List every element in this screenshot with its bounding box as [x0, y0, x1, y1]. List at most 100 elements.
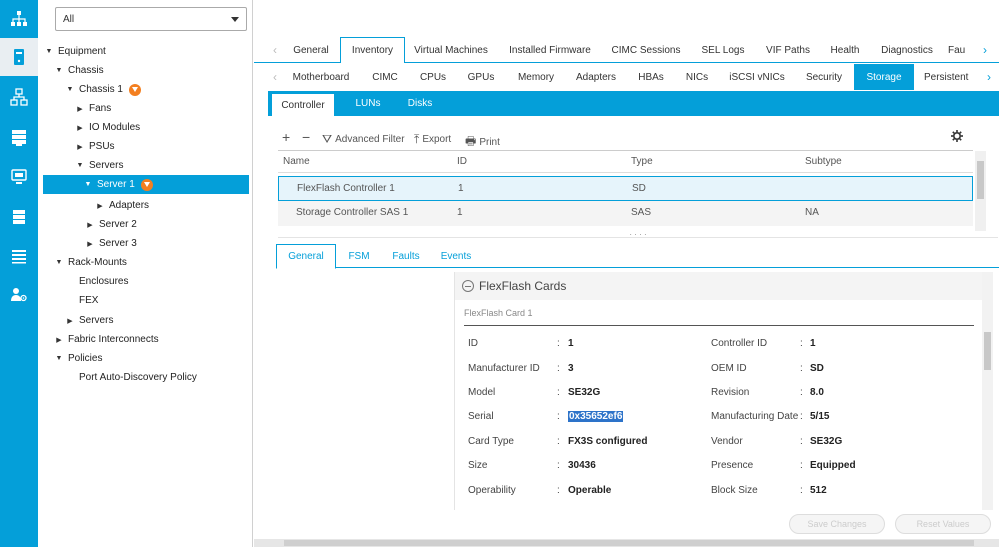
expand-toggle-icon[interactable]: ▶: [54, 336, 64, 344]
rail-item-equipment[interactable]: [0, 38, 38, 76]
tree-node-io-modules[interactable]: ▶ IO Modules: [75, 118, 140, 137]
expand-toggle-icon[interactable]: ▼: [54, 355, 64, 362]
flexflash-section-header[interactable]: FlexFlash Cards: [455, 272, 982, 300]
column-header-type[interactable]: Type: [631, 156, 653, 167]
serial-value-selected[interactable]: 0x35652ef6: [568, 411, 624, 422]
tab-detail-general[interactable]: General: [276, 244, 336, 269]
expand-toggle-icon[interactable]: ▼: [65, 86, 75, 93]
tree-node-chassis-1[interactable]: ▼ Chassis 1: [65, 80, 141, 99]
settings-button[interactable]: [951, 130, 963, 142]
expand-toggle-icon[interactable]: ▼: [44, 48, 54, 55]
column-header-id[interactable]: ID: [457, 156, 467, 167]
rail-item-storage[interactable]: [0, 118, 38, 156]
expand-toggle-icon[interactable]: ▶: [85, 221, 95, 229]
expand-toggle-icon[interactable]: ▼: [54, 67, 64, 74]
expand-toggle-icon[interactable]: ▼: [83, 181, 93, 188]
save-changes-button[interactable]: Save Changes: [789, 514, 885, 534]
column-header-subtype[interactable]: Subtype: [805, 156, 842, 167]
tabs-scroll-right-icon[interactable]: ›: [982, 64, 996, 90]
tab-faults-truncated[interactable]: Fau: [948, 37, 972, 63]
tree-node-fabric-interconnects[interactable]: ▶ Fabric Interconnects: [54, 330, 158, 349]
tree-node-rack-mounts[interactable]: ▼ Rack-Mounts: [54, 253, 127, 272]
tab-health[interactable]: Health: [820, 37, 870, 63]
tab-adapters[interactable]: Adapters: [568, 64, 624, 90]
tree-node-server-3[interactable]: ▶ Server 3: [85, 234, 137, 253]
tab-storage[interactable]: Storage: [854, 64, 914, 90]
tree-node-fans[interactable]: ▶ Fans: [75, 99, 111, 118]
tree-node-chassis[interactable]: ▼ Chassis: [54, 61, 104, 80]
scrollbar-thumb[interactable]: [984, 332, 991, 370]
horizontal-scrollbar[interactable]: [254, 539, 999, 547]
rail-item-user[interactable]: [0, 276, 38, 314]
expand-toggle-icon[interactable]: ▶: [65, 317, 75, 325]
tree-node-equipment[interactable]: ▼ Equipment: [44, 42, 106, 61]
scrollbar-thumb[interactable]: [284, 540, 974, 546]
panel-splitter[interactable]: · · · ·: [278, 231, 998, 239]
tab-diagnostics[interactable]: Diagnostics: [872, 37, 942, 63]
tree-node-server-2[interactable]: ▶ Server 2: [85, 215, 137, 234]
reset-values-button[interactable]: Reset Values: [895, 514, 991, 534]
tree-node-adapters[interactable]: ▶ Adapters: [95, 196, 149, 215]
expand-toggle-icon[interactable]: ▶: [85, 240, 95, 248]
details-scrollbar[interactable]: [982, 272, 993, 510]
tab-gpus[interactable]: GPUs: [458, 64, 504, 90]
column-header-name[interactable]: Name: [283, 156, 310, 167]
tree-node-fex[interactable]: FEX: [65, 291, 98, 310]
add-button[interactable]: +: [282, 129, 290, 145]
export-button[interactable]: ⤒ Export: [414, 132, 451, 147]
expand-toggle-icon[interactable]: ▶: [75, 105, 85, 113]
tree-node-servers[interactable]: ▼ Servers: [75, 156, 124, 175]
tab-general[interactable]: General: [283, 37, 339, 63]
tab-cimc-sessions[interactable]: CIMC Sessions: [604, 37, 688, 63]
rail-item-chassis[interactable]: [0, 198, 38, 236]
tab-cimc[interactable]: CIMC: [362, 64, 408, 90]
rail-item-lan[interactable]: [0, 78, 38, 116]
vm-monitor-icon: [11, 169, 27, 184]
filter-select[interactable]: All: [55, 7, 247, 31]
scrollbar-thumb[interactable]: [977, 161, 984, 199]
tab-events[interactable]: Events: [432, 244, 480, 268]
expand-toggle-icon[interactable]: ▼: [54, 259, 64, 266]
tab-hbas[interactable]: HBAs: [630, 64, 672, 90]
rail-item-vm[interactable]: [0, 158, 38, 196]
tree-node-enclosures[interactable]: Enclosures: [65, 272, 128, 291]
tree-node-rack-servers[interactable]: ▶ Servers: [65, 311, 113, 330]
expand-toggle-icon[interactable]: ▶: [75, 124, 85, 132]
tabs-scroll-right-icon[interactable]: ›: [978, 37, 992, 63]
tab-iscsi-vnics[interactable]: iSCSI vNICs: [722, 64, 792, 90]
tab-inventory[interactable]: Inventory: [340, 37, 405, 63]
tab-disks[interactable]: Disks: [400, 91, 440, 116]
tree-node-policies[interactable]: ▼ Policies: [54, 349, 103, 368]
tabs-scroll-left-icon[interactable]: ‹: [268, 37, 282, 63]
expand-toggle-icon[interactable]: ▶: [95, 202, 105, 210]
tab-cpus[interactable]: CPUs: [412, 64, 454, 90]
tab-virtual-machines[interactable]: Virtual Machines: [407, 37, 495, 63]
rail-item-network[interactable]: [0, 0, 38, 38]
remove-button[interactable]: −: [302, 129, 310, 145]
tree-node-port-auto-discovery[interactable]: Port Auto-Discovery Policy: [65, 368, 197, 387]
tabs-scroll-left-icon[interactable]: ‹: [268, 64, 282, 90]
tab-luns[interactable]: LUNs: [348, 91, 388, 116]
tab-memory[interactable]: Memory: [508, 64, 564, 90]
tree-node-psus[interactable]: ▶ PSUs: [75, 137, 114, 156]
table-row[interactable]: FlexFlash Controller 1 1 SD: [278, 176, 973, 201]
tab-installed-firmware[interactable]: Installed Firmware: [498, 37, 602, 63]
tree-node-server-1[interactable]: ▼ Server 1: [43, 175, 249, 194]
tab-controller[interactable]: Controller: [272, 91, 334, 116]
tab-nics[interactable]: NICs: [676, 64, 718, 90]
tab-fsm[interactable]: FSM: [338, 244, 380, 268]
tab-faults[interactable]: Faults: [382, 244, 430, 268]
rail-item-admin[interactable]: [0, 237, 38, 275]
collapse-icon[interactable]: [462, 280, 474, 292]
tab-security[interactable]: Security: [796, 64, 852, 90]
tab-vif-paths[interactable]: VIF Paths: [757, 37, 819, 63]
storage-icon: [12, 130, 26, 146]
expand-toggle-icon[interactable]: ▶: [75, 143, 85, 151]
tab-motherboard[interactable]: Motherboard: [284, 64, 358, 90]
expand-toggle-icon[interactable]: ▼: [75, 162, 85, 169]
table-row[interactable]: Storage Controller SAS 1 1 SAS NA: [278, 201, 973, 226]
advanced-filter-button[interactable]: ⛛ Advanced Filter: [322, 132, 405, 147]
tab-sel-logs[interactable]: SEL Logs: [690, 37, 756, 63]
tab-persistent-truncated[interactable]: Persistent: [918, 64, 974, 90]
table-scrollbar[interactable]: [975, 151, 986, 231]
